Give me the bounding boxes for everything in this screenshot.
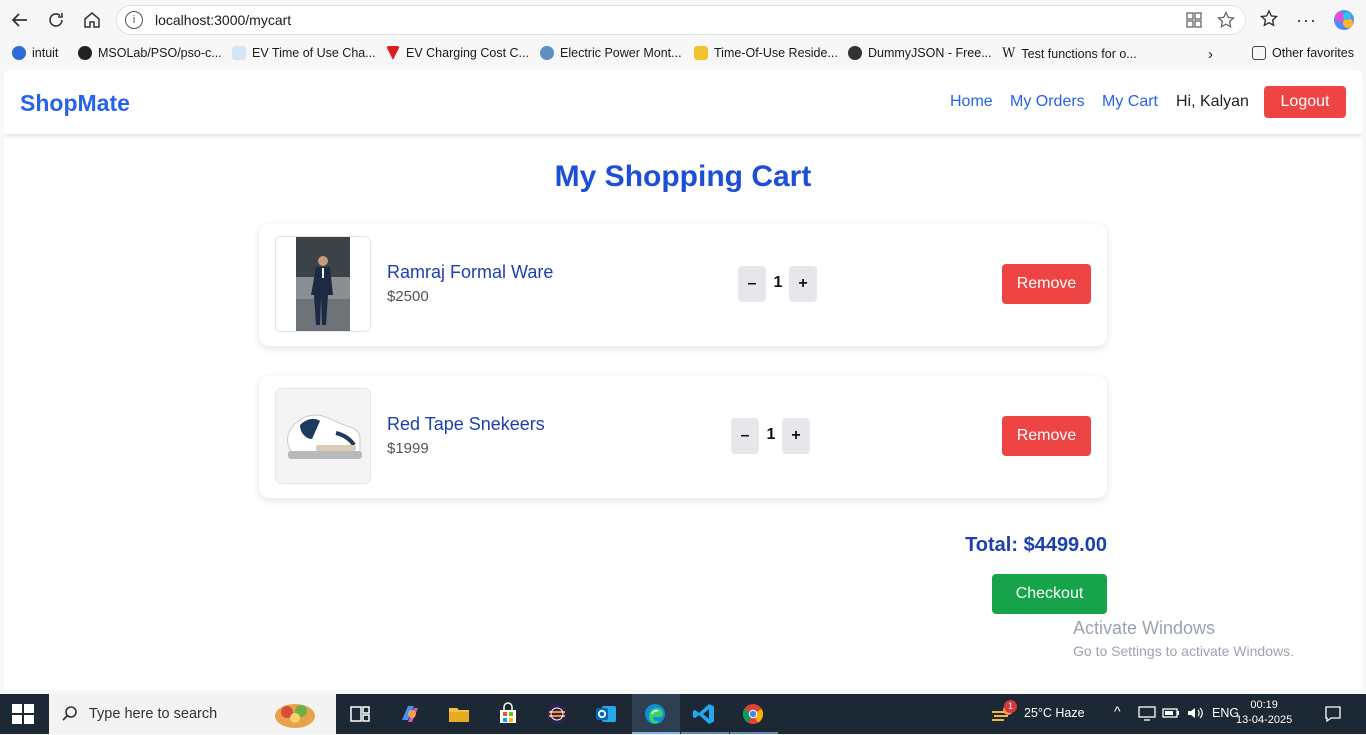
search-highlight-icon: [265, 698, 325, 735]
edge-icon[interactable]: [643, 702, 667, 726]
bookmark-label: Electric Power Mont...: [560, 46, 682, 60]
user-greeting: Hi, Kalyan: [1176, 93, 1249, 110]
back-icon[interactable]: [8, 8, 32, 32]
brand-logo[interactable]: ShopMate: [20, 90, 130, 117]
watermark-title: Activate Windows: [1073, 618, 1216, 638]
bookmark-label: EV Time of Use Cha...: [252, 46, 376, 60]
other-favorites[interactable]: Other favorites: [1252, 46, 1354, 60]
bookmarks-bar: intuit MSOLab/PSO/pso-c... EV Time of Us…: [0, 40, 1366, 68]
activation-watermark: Activate Windows Go to Settings to activ…: [1073, 618, 1294, 659]
intuit-icon: [12, 46, 26, 60]
increase-qty-button[interactable]: +: [789, 266, 817, 302]
bookmark-item[interactable]: Electric Power Mont...: [540, 46, 682, 60]
battery-icon[interactable]: [1162, 705, 1180, 724]
chevron-right-icon[interactable]: ›: [1208, 46, 1213, 63]
browser-toolbar: i localhost:3000/mycart ···: [0, 0, 1366, 40]
site-info-icon[interactable]: i: [125, 11, 143, 29]
product-image[interactable]: [275, 236, 371, 332]
eia-icon: [540, 46, 554, 60]
increase-qty-button[interactable]: +: [782, 418, 810, 454]
search-placeholder: Type here to search: [89, 706, 218, 722]
address-bar[interactable]: i localhost:3000/mycart: [116, 5, 1246, 35]
nav-cart-link[interactable]: My Cart: [1102, 93, 1158, 111]
clock-time: 00:19: [1250, 699, 1278, 711]
cart-item: Red Tape Snekeers $1999 – 1 + Remove: [259, 376, 1107, 498]
weather-badge: 1: [1004, 700, 1017, 713]
bookmark-item[interactable]: MSOLab/PSO/pso-c...: [78, 46, 222, 60]
cart-total: Total: $4499.00: [965, 534, 1107, 556]
bookmark-item[interactable]: EV Time of Use Cha...: [232, 46, 376, 60]
bookmark-item[interactable]: Time-Of-Use Reside...: [694, 46, 838, 60]
clock-date: 13-04-2025: [1236, 714, 1293, 726]
bookmark-label: Test functions for o...: [1021, 46, 1137, 61]
page-viewport: ShopMate Home My Orders My Cart Hi, Kaly…: [4, 70, 1362, 690]
chrome-icon[interactable]: [741, 702, 765, 726]
volume-icon[interactable]: [1186, 705, 1204, 724]
decrease-qty-button[interactable]: –: [738, 266, 766, 302]
taskbar: Type here to search 1 25°C Haze ^ ENG 00…: [0, 694, 1366, 734]
refresh-icon[interactable]: [44, 8, 68, 32]
page-title: My Shopping Cart: [554, 160, 812, 193]
network-icon[interactable]: [1138, 705, 1156, 724]
quantity-value: 1: [766, 426, 776, 443]
page-icon: [694, 46, 708, 60]
bookmark-label: Time-Of-Use Reside...: [714, 46, 838, 60]
url-text: localhost:3000/mycart: [155, 12, 292, 28]
notifications-icon[interactable]: [1324, 705, 1342, 726]
dummyjson-icon: [848, 46, 862, 60]
file-explorer-icon[interactable]: [447, 702, 471, 726]
search-icon: [61, 705, 79, 728]
bookmark-item[interactable]: W Test functions for o...: [1002, 46, 1137, 61]
bookmark-label: EV Charging Cost C...: [406, 46, 529, 60]
favorite-star-icon[interactable]: [1217, 10, 1235, 34]
remove-button[interactable]: Remove: [1002, 264, 1091, 304]
bookmark-item[interactable]: DummyJSON - Free...: [848, 46, 992, 60]
eclipse-icon[interactable]: [545, 702, 569, 726]
wikipedia-icon: W: [1002, 46, 1016, 61]
bookmark-label: DummyJSON - Free...: [868, 46, 992, 60]
bookmark-item[interactable]: EV Charging Cost C...: [386, 46, 529, 60]
taskbar-search[interactable]: Type here to search: [49, 694, 336, 734]
nav-home-link[interactable]: Home: [950, 93, 993, 111]
vector-icon: [386, 46, 400, 60]
product-name[interactable]: Ramraj Formal Ware: [387, 262, 553, 283]
quantity-value: 1: [773, 274, 783, 291]
product-price: $2500: [387, 288, 429, 305]
more-menu-icon[interactable]: ···: [1296, 10, 1317, 31]
vscode-icon[interactable]: [692, 702, 716, 726]
app-available-icon[interactable]: [1185, 11, 1203, 34]
cart-item: Ramraj Formal Ware $2500 – 1 + Remove: [259, 224, 1107, 346]
app-navbar: ShopMate Home My Orders My Cart Hi, Kaly…: [4, 70, 1362, 134]
remove-button[interactable]: Remove: [1002, 416, 1091, 456]
home-icon[interactable]: [80, 8, 104, 32]
bookmark-item[interactable]: intuit: [12, 46, 58, 60]
logout-button[interactable]: Logout: [1264, 86, 1346, 118]
bookmark-label: MSOLab/PSO/pso-c...: [98, 46, 222, 60]
windows-start-icon[interactable]: [12, 704, 34, 724]
outlook-icon[interactable]: [594, 702, 618, 726]
task-view-icon[interactable]: [348, 702, 372, 726]
bookmark-label: intuit: [32, 46, 59, 60]
nav-orders-link[interactable]: My Orders: [1010, 93, 1085, 111]
microsoft-store-icon[interactable]: [496, 702, 520, 726]
github-icon: [78, 46, 92, 60]
other-favorites-label: Other favorites: [1272, 46, 1354, 60]
checkout-button[interactable]: Checkout: [992, 574, 1107, 614]
evo-icon: [232, 46, 246, 60]
chevron-up-icon[interactable]: ^: [1114, 703, 1121, 719]
product-name[interactable]: Red Tape Snekeers: [387, 414, 545, 435]
product-image[interactable]: [275, 388, 371, 484]
watermark-subtitle: Go to Settings to activate Windows.: [1073, 643, 1294, 659]
copilot-app-icon[interactable]: [398, 702, 422, 726]
copilot-icon[interactable]: [1332, 8, 1356, 37]
folder-icon: [1252, 46, 1266, 60]
favorites-icon[interactable]: [1258, 8, 1280, 35]
clock[interactable]: 00:19 13-04-2025: [1236, 698, 1292, 728]
product-price: $1999: [387, 440, 429, 457]
decrease-qty-button[interactable]: –: [731, 418, 759, 454]
weather-text[interactable]: 25°C Haze: [1024, 706, 1085, 720]
